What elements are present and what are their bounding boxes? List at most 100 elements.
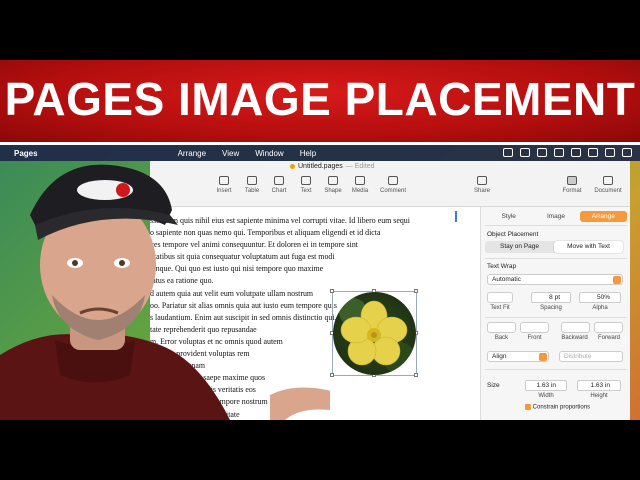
tab-style[interactable]: Style — [485, 211, 532, 222]
back-button[interactable] — [487, 322, 516, 333]
table-icon — [247, 176, 257, 185]
wifi-icon[interactable] — [588, 148, 598, 157]
shape-icon — [328, 176, 338, 185]
chevron-down-icon — [539, 353, 547, 361]
text-line: m. Error voluptas et nc omnis quod autem — [150, 336, 283, 346]
text-line: olestias error quia cupiditate — [150, 409, 240, 419]
text-line: o sapiente non quas nemo qui. Temporibus… — [150, 228, 381, 238]
text-wrap-value: Automatic — [492, 276, 521, 283]
text-cursor — [455, 211, 457, 222]
backward-button[interactable] — [561, 322, 590, 333]
user-icon[interactable] — [622, 148, 632, 157]
tab-arrange[interactable]: Arrange — [579, 211, 627, 222]
control-center-icon[interactable] — [520, 148, 530, 157]
chart-label: Chart — [271, 188, 287, 194]
resize-handle-bl[interactable] — [330, 373, 334, 377]
text-line: d autem quia aut velit eum volutpate ull… — [150, 288, 314, 298]
text-line: oo. Pariatur sit alias omnis quia aut iu… — [150, 300, 337, 310]
share-button[interactable]: Share — [464, 176, 500, 194]
text-line: tatus ea ratione quo. — [150, 276, 214, 286]
camera-icon[interactable] — [554, 148, 564, 157]
menu-help[interactable]: Help — [292, 149, 324, 158]
tab-image[interactable]: Image — [532, 211, 579, 222]
text-line: tate reprehenderit quo repusandae — [150, 324, 257, 334]
letterbox-bottom — [0, 420, 640, 480]
flower-photo — [333, 292, 416, 375]
body-text[interactable]: ssentium quis nihil eius est sapiente mi… — [150, 215, 470, 420]
distribute-select[interactable]: Distribute — [559, 351, 623, 362]
divider — [485, 225, 627, 226]
text-line: ves tempore vel animi consequuntur. Et d… — [150, 240, 358, 250]
comment-icon — [388, 176, 398, 185]
constrain-label: Constrain proportions — [532, 404, 591, 411]
format-inspector: Style Image Arrange Object Placement Sta… — [480, 207, 630, 420]
share-icon — [477, 176, 487, 185]
width-field[interactable]: 1.63 in — [525, 380, 567, 391]
align-select[interactable]: Align — [487, 351, 549, 362]
forward-label: Forward — [597, 335, 620, 341]
resize-handle-tr[interactable] — [414, 289, 418, 293]
text-line: harum do veniet saepe maxime quos — [150, 373, 266, 383]
mac-menubar: Pages Arrange View Window Help — [0, 145, 640, 161]
menu-app-name[interactable]: Pages — [6, 149, 46, 158]
forward-button[interactable] — [594, 322, 623, 333]
battery-icon[interactable] — [571, 148, 581, 157]
arrange-buttons — [485, 322, 627, 334]
spacing-label: Spacing — [540, 305, 562, 311]
distribute-value: Distribute — [564, 353, 592, 360]
text-label: Text — [300, 188, 312, 194]
document-label: Document — [594, 188, 622, 194]
insert-icon — [219, 176, 229, 185]
height-label: Height — [590, 393, 608, 399]
chart-icon — [274, 176, 284, 185]
share-label: Share — [473, 188, 490, 194]
format-brush-icon — [567, 176, 577, 185]
media-button[interactable]: Media — [342, 176, 378, 194]
document-button[interactable]: Document — [590, 176, 626, 194]
table-label: Table — [244, 188, 260, 194]
spacing-field[interactable]: 8 pt — [531, 292, 571, 303]
text-line: ssentium quis nihil eius est sapiente mi… — [150, 216, 410, 225]
video-frame: PAGES IMAGE PLACEMENT Pages Arrange View… — [0, 60, 640, 420]
constrain-checkbox-row[interactable]: Constrain proportions — [525, 404, 590, 411]
resize-handle-br[interactable] — [414, 373, 418, 377]
layers-icon[interactable] — [537, 148, 547, 157]
text-line: am nihil illum facilis veritatis eos — [150, 385, 256, 395]
alpha-field[interactable]: 50% — [579, 292, 621, 303]
comment-label: Comment — [379, 188, 406, 194]
text-fit-label: Text Fit — [490, 305, 510, 311]
stay-on-page-option[interactable]: Stay on Page — [485, 241, 554, 253]
document-status-text: Edited — [354, 163, 375, 170]
menu-window[interactable]: Window — [247, 149, 291, 158]
text-fit-button[interactable] — [487, 292, 513, 303]
height-field[interactable]: 1.63 in — [577, 380, 621, 391]
constrain-checkbox[interactable] — [525, 404, 531, 410]
letterbox-top — [0, 0, 640, 60]
chevron-down-icon — [613, 276, 621, 284]
width-label: Width — [538, 393, 554, 399]
search-icon[interactable] — [605, 148, 615, 157]
object-placement-control: Stay on Page Move with Text — [485, 241, 623, 253]
menu-arrange[interactable]: Arrange — [170, 149, 214, 158]
text-icon — [301, 176, 311, 185]
display-icon[interactable] — [503, 148, 513, 157]
document-page[interactable]: ssentium quis nihil eius est sapiente mi… — [150, 207, 480, 420]
banner-title: PAGES IMAGE PLACEMENT — [4, 73, 636, 125]
menu-view[interactable]: View — [214, 149, 247, 158]
comment-button[interactable]: Comment — [375, 176, 411, 194]
text-line: a cupiditate vero sit tempore nostrum — [150, 397, 268, 407]
format-button[interactable]: Format — [554, 176, 590, 194]
resize-handle-tl[interactable] — [330, 289, 334, 293]
front-button[interactable] — [520, 322, 549, 333]
document-title: Untitled.pages — Edited — [290, 163, 375, 170]
move-with-text-option[interactable]: Move with Text — [554, 241, 623, 253]
selected-image[interactable] — [330, 289, 418, 377]
edited-dot-icon — [290, 164, 295, 169]
pages-window: Untitled.pages — Edited Insert Table Cha… — [150, 161, 630, 420]
text-line: ptatibus sit quia consequatur voluptatum… — [150, 252, 335, 262]
divider — [485, 258, 627, 259]
backward-label: Backward — [561, 335, 588, 341]
text-wrap-select[interactable]: Automatic — [487, 274, 623, 285]
document-name: Untitled.pages — [298, 163, 343, 170]
media-label: Media — [351, 188, 369, 194]
